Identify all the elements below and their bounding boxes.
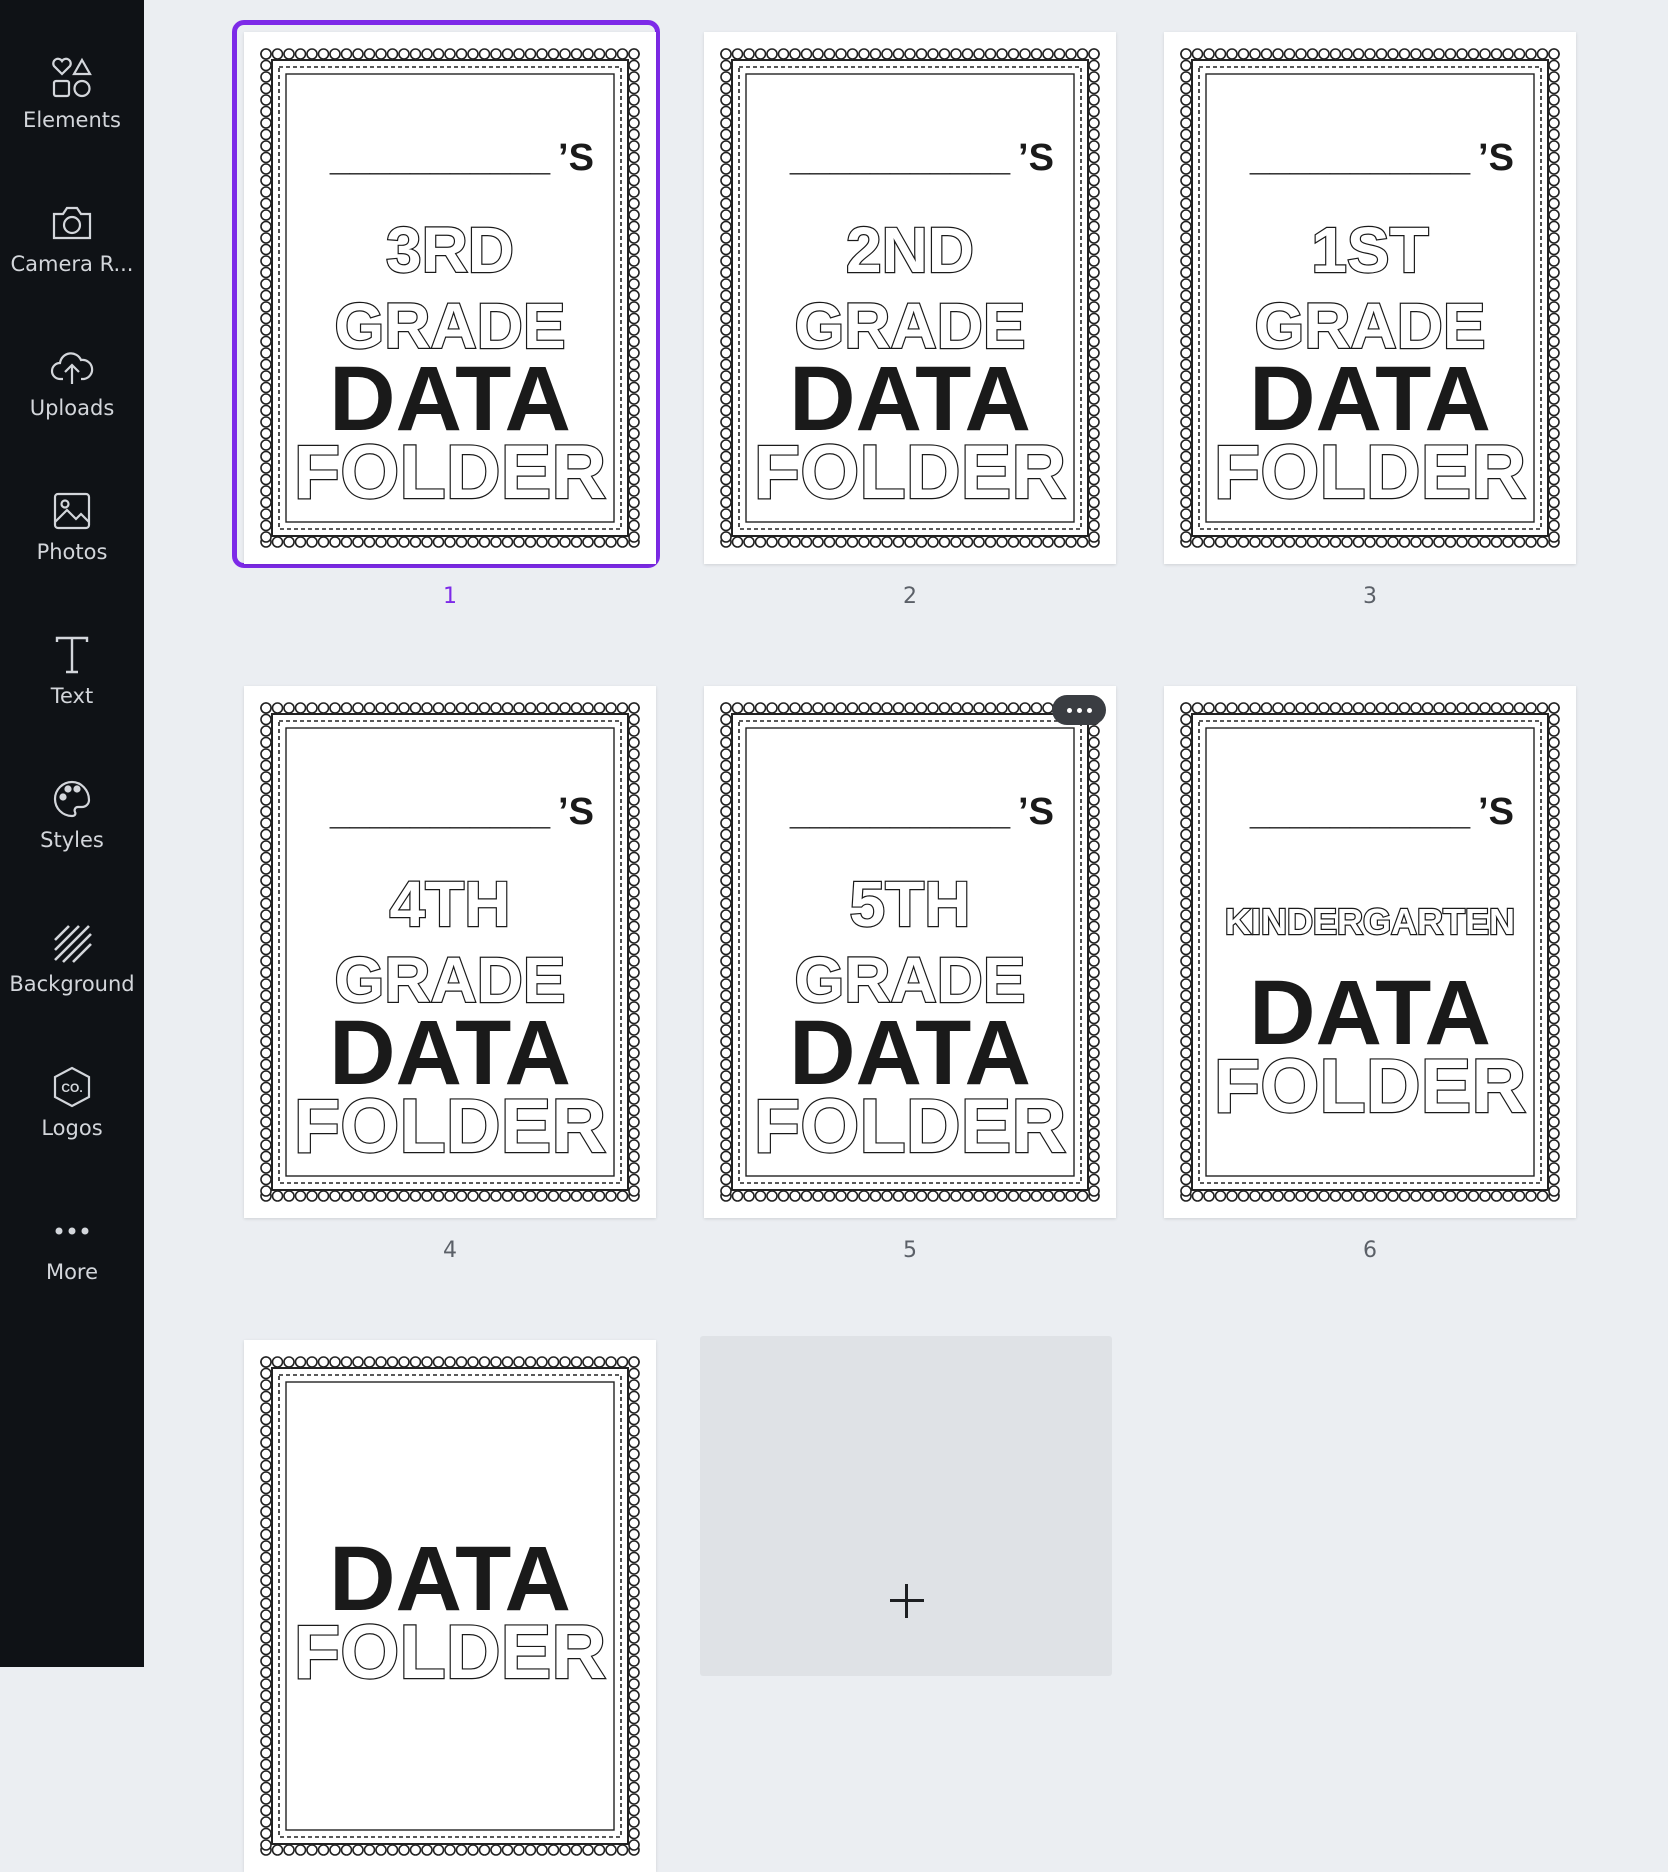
sidebar-item-label: More — [45, 1260, 99, 1284]
page-sheet: ___________ ’S 2ND GRADE DATA FOLDER — [704, 32, 1116, 564]
page-number: 4 — [443, 1238, 457, 1263]
folder-cover: ___________ ’S 2ND GRADE DATA FOLDER — [720, 48, 1100, 548]
page-sheet: ___________ ’S KINDERGARTEN DATA FOLDER — [1164, 686, 1576, 1218]
sidebar-item-label: Elements — [23, 108, 121, 132]
name-blank: ___________ — [329, 791, 551, 832]
folder-cover: ___________ ’S 3RD GRADE DATA FOLDER — [260, 48, 640, 548]
sidebar-item-camera[interactable]: Camera R... — [0, 192, 144, 312]
title-folder: FOLDER — [294, 1084, 606, 1169]
page-number: 6 — [1363, 1238, 1377, 1263]
page-sheet: ___________ ’S 3RD GRADE DATA FOLDER — [244, 32, 656, 564]
grade-number: 1ST — [1311, 214, 1428, 286]
sidebar-item-label: Camera R... — [10, 252, 134, 276]
page-sheet: DATA FOLDER — [244, 1340, 656, 1872]
grade-number: 2ND — [846, 214, 974, 286]
title-folder: FOLDER — [1214, 1044, 1526, 1129]
possessive-text: ’S — [1478, 137, 1514, 179]
page-grid: ___________ ’S 3RD GRADE DATA FOLDER 1 _… — [144, 0, 1668, 1872]
sidebar-item-elements[interactable]: Elements — [0, 48, 144, 168]
sidebar-item-label: Background — [9, 972, 135, 996]
image-icon — [53, 492, 91, 530]
folder-cover: ___________ ’S 4TH GRADE DATA FOLDER — [260, 702, 640, 1202]
sidebar-item-text[interactable]: Text — [0, 624, 144, 744]
grade-number: 3RD — [386, 214, 514, 286]
sidebar-item-label: Styles — [40, 828, 104, 852]
grade-name: KINDERGARTEN — [1225, 901, 1515, 942]
more-dots-icon — [55, 1227, 89, 1235]
sidebar-item-styles[interactable]: Styles — [0, 768, 144, 888]
folder-cover: ___________ ’S 1ST GRADE DATA FOLDER — [1180, 48, 1560, 548]
camera-icon — [52, 206, 92, 240]
title-folder: FOLDER — [1214, 430, 1526, 515]
folder-cover: ___________ ’S KINDERGARTEN DATA FOLDER — [1180, 702, 1560, 1202]
sidebar-item-more[interactable]: More — [0, 1200, 144, 1320]
sidebar-item-uploads[interactable]: Uploads — [0, 336, 144, 456]
title-folder: FOLDER — [294, 1610, 606, 1695]
elements-icon — [52, 57, 92, 98]
grade-number: 4TH — [390, 868, 511, 940]
page-sheet: ___________ ’S 1ST GRADE DATA FOLDER — [1164, 32, 1576, 564]
possessive-text: ’S — [1478, 791, 1514, 833]
sidebar-item-label: Text — [50, 684, 94, 708]
sidebar-item-label: Photos — [36, 540, 108, 564]
grade-number: 5TH — [850, 868, 971, 940]
add-page-button[interactable] — [700, 1336, 1112, 1676]
sidebar-item-label: Logos — [41, 1116, 103, 1140]
page-options-button[interactable] — [1052, 695, 1106, 725]
folder-cover: ___________ ’S 5TH GRADE DATA FOLDER — [720, 702, 1100, 1202]
folder-cover: DATA FOLDER — [260, 1356, 640, 1856]
page-number: 2 — [903, 584, 917, 609]
page-number: 3 — [1363, 584, 1377, 609]
title-folder: FOLDER — [294, 430, 606, 515]
possessive-text: ’S — [558, 791, 594, 833]
page-sheet: ___________ ’S 4TH GRADE DATA FOLDER — [244, 686, 656, 1218]
name-blank: ___________ — [789, 791, 1011, 832]
stripes-icon — [54, 925, 92, 963]
sidebar-item-logos[interactable]: CO. Logos — [0, 1056, 144, 1176]
name-blank: ___________ — [329, 137, 551, 178]
possessive-text: ’S — [558, 137, 594, 179]
sidebar-item-label: Uploads — [29, 396, 115, 420]
title-folder: FOLDER — [754, 1084, 1066, 1169]
palette-icon — [53, 780, 91, 818]
svg-text:CO.: CO. — [61, 1081, 82, 1095]
page-number: 1 — [443, 584, 457, 609]
sidebar-item-photos[interactable]: Photos — [0, 480, 144, 600]
sidebar-item-background[interactable]: Background — [0, 912, 144, 1032]
dot — [1076, 707, 1082, 713]
side-panel: Elements Camera R... Uploads Photos Text — [0, 0, 144, 1667]
name-blank: ___________ — [789, 137, 1011, 178]
text-icon — [55, 636, 89, 674]
name-blank: ___________ — [1249, 791, 1471, 832]
possessive-text: ’S — [1018, 137, 1054, 179]
name-blank: ___________ — [1249, 137, 1471, 178]
logo-badge-icon: CO. — [53, 1066, 91, 1108]
title-folder: FOLDER — [754, 430, 1066, 515]
plus-icon — [890, 1584, 924, 1618]
page-sheet: ___________ ’S 5TH GRADE DATA FOLDER — [704, 686, 1116, 1218]
possessive-text: ’S — [1018, 791, 1054, 833]
page-number: 5 — [903, 1238, 917, 1263]
dot — [1066, 707, 1072, 713]
dot — [1086, 707, 1092, 713]
cloud-upload-icon — [50, 352, 94, 384]
